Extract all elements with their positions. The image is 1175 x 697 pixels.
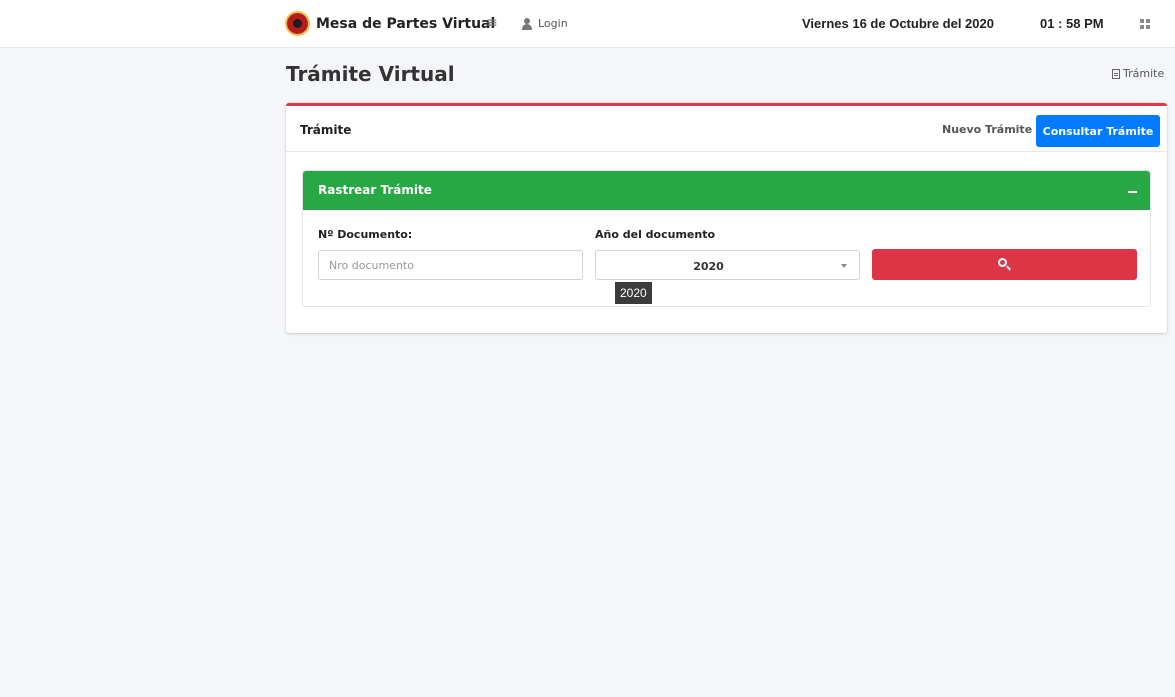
user-icon (520, 17, 534, 30)
breadcrumb: Trámite (1112, 67, 1164, 80)
brand-logo (285, 11, 310, 36)
top-navbar: Mesa de Partes Virtual ≡ Login Viernes 1… (0, 0, 1175, 48)
apps-grid-icon[interactable] (1140, 19, 1150, 29)
document-icon (1112, 68, 1120, 79)
login-link[interactable]: Login (520, 17, 568, 30)
search-button[interactable] (872, 249, 1137, 280)
breadcrumb-item[interactable]: Trámite (1123, 67, 1164, 80)
card-title: Trámite (300, 123, 352, 137)
hamburger-menu-icon[interactable]: ≡ (486, 15, 498, 31)
document-year-select[interactable]: 2020 (595, 250, 860, 280)
document-number-label: Nº Documento: (318, 228, 413, 241)
rastrear-panel-title: Rastrear Trámite (318, 183, 432, 197)
consultar-tramite-button[interactable]: Consultar Trámite (1036, 115, 1160, 147)
collapse-icon[interactable] (1128, 191, 1137, 193)
rastrear-panel: Rastrear Trámite Nº Documento: Año del d… (302, 170, 1151, 307)
year-tooltip: 2020 (615, 282, 652, 304)
current-date: Viernes 16 de Octubre del 2020 (802, 16, 994, 31)
document-year-value: 2020 (693, 260, 724, 273)
brand[interactable]: Mesa de Partes Virtual (285, 11, 495, 36)
search-icon (998, 258, 1007, 267)
card-header: Trámite Nuevo Trámite Consultar Trámite (286, 106, 1167, 152)
brand-title: Mesa de Partes Virtual (316, 15, 496, 32)
document-number-input[interactable] (318, 250, 583, 280)
login-label: Login (538, 17, 568, 30)
current-time: 01 : 58 PM (1040, 16, 1104, 31)
tramite-card: Trámite Nuevo Trámite Consultar Trámite … (286, 103, 1167, 333)
chevron-down-icon (841, 264, 847, 268)
document-year-label: Año del documento (595, 228, 716, 241)
nuevo-tramite-tab[interactable]: Nuevo Trámite (942, 123, 1032, 136)
rastrear-panel-header: Rastrear Trámite (303, 171, 1150, 210)
page-title: Trámite Virtual (286, 62, 455, 86)
